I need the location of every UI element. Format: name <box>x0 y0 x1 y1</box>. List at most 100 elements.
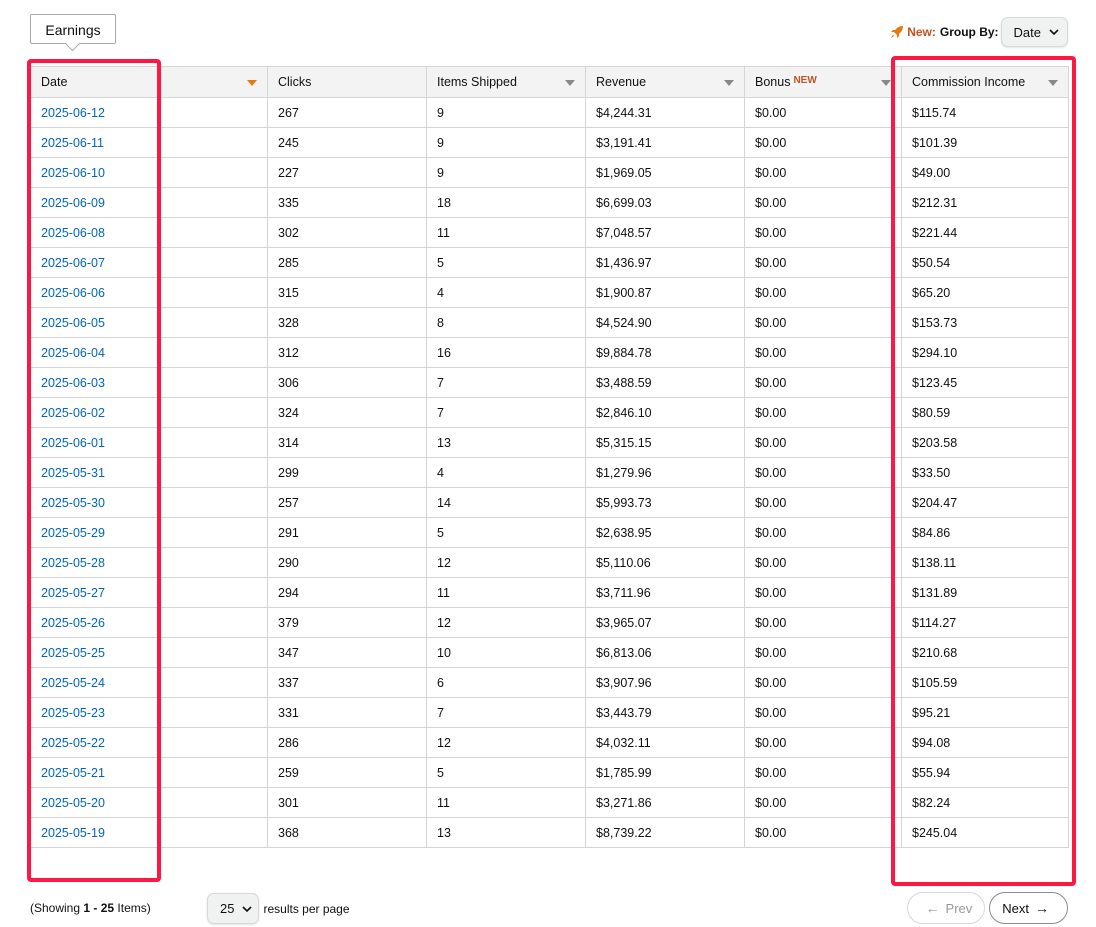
date-link[interactable]: 2025-06-05 <box>41 316 105 330</box>
sort-arrow-icon[interactable] <box>247 80 257 86</box>
date-link[interactable]: 2025-05-27 <box>41 586 105 600</box>
sort-arrow-icon[interactable] <box>881 80 891 86</box>
date-link[interactable]: 2025-05-24 <box>41 676 105 690</box>
per-page-select[interactable]: 25 <box>207 893 260 924</box>
cell-date: 2025-05-28 <box>30 547 268 578</box>
cell-items-shipped: 16 <box>426 337 586 368</box>
date-link[interactable]: 2025-05-28 <box>41 556 105 570</box>
cell-commission-income: $82.24 <box>901 787 1069 818</box>
cell-revenue: $8,739.22 <box>585 817 745 848</box>
column-header-clicks[interactable]: Clicks <box>267 66 427 98</box>
cell-commission-income: $95.21 <box>901 697 1069 728</box>
column-header-items-shipped[interactable]: Items Shipped <box>426 66 586 98</box>
cell-date: 2025-06-10 <box>30 157 268 188</box>
next-button[interactable]: Next → <box>989 892 1068 924</box>
date-link[interactable]: 2025-06-04 <box>41 346 105 360</box>
cell-bonus: $0.00 <box>744 607 902 638</box>
date-link[interactable]: 2025-06-02 <box>41 406 105 420</box>
date-link[interactable]: 2025-05-26 <box>41 616 105 630</box>
table-row: 2025-06-10 227 9 $1,969.05 $0.00 $49.00 <box>30 157 1069 188</box>
cell-date: 2025-05-26 <box>30 607 268 638</box>
date-link[interactable]: 2025-06-09 <box>41 196 105 210</box>
cell-items-shipped: 5 <box>426 247 586 278</box>
cell-clicks: 267 <box>267 97 427 128</box>
cell-bonus: $0.00 <box>744 277 902 308</box>
cell-revenue: $2,638.95 <box>585 517 745 548</box>
cell-revenue: $5,110.06 <box>585 547 745 578</box>
cell-clicks: 245 <box>267 127 427 158</box>
showing-prefix: (Showing <box>30 901 84 915</box>
earnings-table: Date Clicks Items Shipped Revenue Bonus N… <box>30 66 1069 848</box>
date-link[interactable]: 2025-06-03 <box>41 376 105 390</box>
sort-arrow-icon[interactable] <box>724 80 734 86</box>
date-link[interactable]: 2025-06-08 <box>41 226 105 240</box>
cell-clicks: 294 <box>267 577 427 608</box>
cell-items-shipped: 10 <box>426 637 586 668</box>
table-row: 2025-06-08 302 11 $7,048.57 $0.00 $221.44 <box>30 217 1069 248</box>
cell-revenue: $3,271.86 <box>585 787 745 818</box>
column-header-commission-income[interactable]: Commission Income <box>901 66 1069 98</box>
cell-commission-income: $294.10 <box>901 337 1069 368</box>
cell-bonus: $0.00 <box>744 697 902 728</box>
table-row: 2025-05-31 299 4 $1,279.96 $0.00 $33.50 <box>30 457 1069 488</box>
date-link[interactable]: 2025-06-10 <box>41 166 105 180</box>
cell-items-shipped: 7 <box>426 697 586 728</box>
cell-commission-income: $114.27 <box>901 607 1069 638</box>
cell-bonus: $0.00 <box>744 667 902 698</box>
cell-items-shipped: 12 <box>426 727 586 758</box>
showing-count: (Showing 1 - 25 Items) <box>30 901 151 915</box>
column-header-label: Revenue <box>596 75 647 89</box>
cell-revenue: $1,279.96 <box>585 457 745 488</box>
cell-date: 2025-05-30 <box>30 487 268 518</box>
cell-items-shipped: 4 <box>426 457 586 488</box>
cell-date: 2025-05-29 <box>30 517 268 548</box>
date-link[interactable]: 2025-06-06 <box>41 286 105 300</box>
cell-items-shipped: 8 <box>426 307 586 338</box>
group-by-select[interactable]: Date <box>1000 17 1068 47</box>
date-link[interactable]: 2025-05-30 <box>41 496 105 510</box>
date-link[interactable]: 2025-05-21 <box>41 766 105 780</box>
date-link[interactable]: 2025-06-11 <box>41 136 104 150</box>
prev-button[interactable]: ← Prev <box>906 892 986 924</box>
table-header-row: Date Clicks Items Shipped Revenue Bonus N… <box>30 66 1069 98</box>
cell-items-shipped: 11 <box>426 577 586 608</box>
cell-clicks: 379 <box>267 607 427 638</box>
date-link[interactable]: 2025-06-07 <box>41 256 105 270</box>
date-link[interactable]: 2025-06-01 <box>41 436 105 450</box>
date-link[interactable]: 2025-05-22 <box>41 736 105 750</box>
cell-revenue: $5,993.73 <box>585 487 745 518</box>
table-row: 2025-06-01 314 13 $5,315.15 $0.00 $203.58 <box>30 427 1069 458</box>
cell-items-shipped: 11 <box>426 787 586 818</box>
cell-clicks: 347 <box>267 637 427 668</box>
column-header-label: Items Shipped <box>437 75 517 89</box>
next-label: Next <box>1002 900 1029 916</box>
date-link[interactable]: 2025-05-31 <box>41 466 105 480</box>
sort-arrow-icon[interactable] <box>565 80 575 86</box>
cell-items-shipped: 12 <box>426 607 586 638</box>
sort-arrow-icon[interactable] <box>1048 80 1058 86</box>
cell-clicks: 324 <box>267 397 427 428</box>
cell-bonus: $0.00 <box>744 517 902 548</box>
pagination: ← Prev Next → <box>906 892 1068 924</box>
date-link[interactable]: 2025-05-25 <box>41 646 105 660</box>
cell-bonus: $0.00 <box>744 757 902 788</box>
rocket-icon <box>891 26 904 38</box>
cell-clicks: 302 <box>267 217 427 248</box>
table-row: 2025-06-11 245 9 $3,191.41 $0.00 $101.39 <box>30 127 1069 158</box>
cell-date: 2025-05-20 <box>30 787 268 818</box>
date-link[interactable]: 2025-05-20 <box>41 796 105 810</box>
chevron-down-icon <box>1049 29 1059 36</box>
cell-date: 2025-06-06 <box>30 277 268 308</box>
cell-commission-income: $105.59 <box>901 667 1069 698</box>
date-link[interactable]: 2025-05-23 <box>41 706 105 720</box>
column-header-date[interactable]: Date <box>30 66 268 98</box>
cell-items-shipped: 18 <box>426 187 586 218</box>
date-link[interactable]: 2025-06-12 <box>41 106 105 120</box>
group-by-value: Date <box>1013 24 1041 40</box>
date-link[interactable]: 2025-05-29 <box>41 526 105 540</box>
cell-commission-income: $80.59 <box>901 397 1069 428</box>
column-header-bonus[interactable]: Bonus NEW <box>744 66 902 98</box>
cell-clicks: 299 <box>267 457 427 488</box>
column-header-revenue[interactable]: Revenue <box>585 66 745 98</box>
date-link[interactable]: 2025-05-19 <box>41 826 105 840</box>
